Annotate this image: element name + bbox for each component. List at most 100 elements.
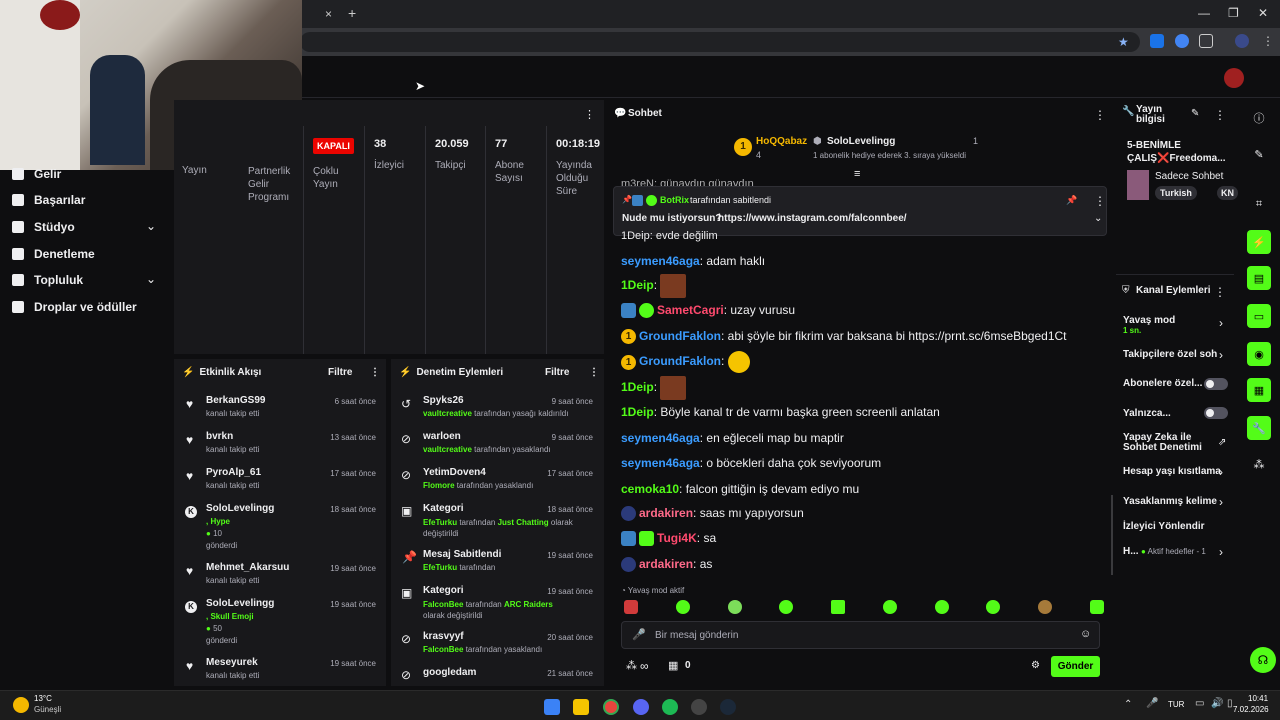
connections-icon[interactable]: ⁂	[1247, 452, 1271, 476]
collapse-icon[interactable]: ≡	[854, 168, 860, 180]
puzzle-icon[interactable]	[1199, 34, 1213, 48]
points-icon[interactable]: ⁂	[626, 659, 637, 672]
emote[interactable]	[986, 600, 1001, 614]
store-icon[interactable]: ▦	[668, 659, 678, 672]
ai-mod-option[interactable]: Yapay Zeka ile Sohbet Denetimi	[1123, 433, 1208, 453]
subs-only-toggle[interactable]	[1204, 378, 1228, 390]
window-close-icon[interactable]: ✕	[1258, 6, 1268, 20]
sidebar-item-studyo[interactable]: Stüdyo	[12, 220, 75, 234]
document-icon[interactable]: ▤	[1247, 266, 1271, 290]
emote[interactable]	[1038, 600, 1053, 614]
emote[interactable]	[1089, 600, 1104, 614]
mic-icon[interactable]: 🎤	[632, 628, 646, 641]
sidebar-item-droplar[interactable]: Droplar ve ödüller	[12, 300, 137, 314]
speaker-icon[interactable]: 🔊	[1211, 698, 1223, 709]
url-input[interactable]	[300, 32, 1140, 52]
sidebar-item-basarilar[interactable]: Başarılar	[12, 193, 85, 207]
steam-icon[interactable]	[720, 699, 736, 715]
pencil-icon[interactable]: ✎	[1247, 142, 1271, 166]
pin-icon[interactable]: 📌	[1066, 195, 1077, 206]
banned-words-option[interactable]: Yasaklanmış kelime	[1123, 496, 1217, 507]
obs-icon[interactable]	[691, 699, 707, 715]
info-icon[interactable]: ⓘ	[1247, 106, 1271, 130]
emote[interactable]	[727, 600, 742, 614]
leader-name[interactable]: HoQQabaz	[756, 136, 807, 147]
maximize-icon[interactable]: ❐	[1228, 6, 1239, 20]
chevron-right-icon[interactable]: ›	[1219, 495, 1223, 509]
external-link-icon[interactable]: ⇗	[1218, 437, 1226, 448]
filter-button[interactable]: Filtre	[545, 367, 569, 378]
viewer-redirect-option[interactable]: İzleyici Yönlendir	[1123, 521, 1205, 532]
emote[interactable]	[882, 600, 897, 614]
wrench-icon[interactable]: 🔧	[1247, 416, 1271, 440]
followers-only-option[interactable]: Takipçilere özel soh	[1123, 349, 1221, 360]
user-avatar[interactable]	[1224, 68, 1244, 88]
emote[interactable]	[624, 600, 638, 614]
chevron-right-icon[interactable]: ›	[1219, 545, 1223, 559]
leader-name[interactable]: SoloLevelingg	[827, 136, 895, 147]
more-icon[interactable]: ⋮	[370, 367, 380, 378]
chevron-right-icon[interactable]: ›	[1219, 316, 1223, 330]
clock-date[interactable]: 7.02.2026	[1233, 705, 1269, 714]
extension-icon[interactable]	[1150, 34, 1164, 48]
mic-icon[interactable]: 🎤	[1146, 698, 1158, 709]
send-button[interactable]: Gönder	[1051, 656, 1100, 677]
category-name[interactable]: Sadece Sohbet	[1155, 171, 1223, 182]
filter-button[interactable]: Filtre	[328, 367, 352, 378]
chevron-right-icon[interactable]: ›	[1219, 465, 1223, 479]
clock-time[interactable]: 10:41	[1248, 694, 1268, 703]
chat-link[interactable]: https://prnt.sc/6mseBbged1Ct	[908, 329, 1066, 343]
slow-mode-toggle[interactable]: Yavaş mod	[1123, 315, 1175, 326]
help-icon[interactable]: ☊	[1250, 647, 1276, 673]
tab-close-icon[interactable]: ×	[325, 7, 332, 21]
weather-desc[interactable]: Güneşli	[34, 705, 61, 714]
crop-icon[interactable]: ⌗	[1247, 192, 1271, 216]
bookmark-star-icon[interactable]: ★	[1118, 35, 1129, 49]
sidebar-item-denetleme[interactable]: Denetleme	[12, 247, 95, 261]
windows-start-icon[interactable]	[544, 699, 560, 715]
chat-icon[interactable]: ▭	[1247, 304, 1271, 328]
monitor-icon[interactable]: ▭	[1195, 698, 1204, 709]
chevron-down-icon[interactable]: ⌄	[1094, 213, 1102, 224]
emote[interactable]	[675, 600, 690, 614]
extension-icon[interactable]	[1175, 34, 1189, 48]
sidebar-item-gelir[interactable]: Gelir	[12, 167, 61, 181]
emoji-icon[interactable]: ☺	[1080, 628, 1091, 640]
chevron-up-icon[interactable]: ⌃	[1124, 699, 1132, 710]
pinned-link[interactable]: https://www.instagram.com/falconnbee/	[718, 213, 907, 224]
layout-icon[interactable]: ▦	[1247, 378, 1271, 402]
new-tab-icon[interactable]: +	[348, 5, 356, 21]
more-icon[interactable]: ⋮	[584, 108, 595, 121]
minimize-icon[interactable]: —	[1198, 6, 1210, 20]
file-explorer-icon[interactable]	[573, 699, 589, 715]
profile-avatar[interactable]	[1235, 34, 1249, 48]
more-icon[interactable]: ⋮	[589, 367, 599, 378]
chrome-icon[interactable]	[603, 699, 619, 715]
only-toggle[interactable]	[1204, 407, 1228, 419]
more-icon[interactable]: ⋮	[1214, 108, 1226, 122]
chat-input[interactable]: 🎤 Bir mesaj gönderin ☺	[621, 621, 1100, 649]
more-icon[interactable]: ⋮	[1094, 194, 1106, 208]
chevron-down-icon[interactable]: ⌄	[146, 272, 156, 286]
weather-temp[interactable]: 13°C	[34, 694, 52, 703]
gear-icon[interactable]: ⚙	[1031, 660, 1040, 671]
discord-icon[interactable]	[633, 699, 649, 715]
language-indicator[interactable]: TUR	[1168, 700, 1184, 709]
chevron-down-icon[interactable]: ⌄	[146, 219, 156, 233]
account-age-option[interactable]: Hesap yaşı kısıtlama	[1123, 466, 1221, 477]
scrollbar[interactable]	[1111, 495, 1113, 575]
broadcast-icon[interactable]: ◉	[1247, 342, 1271, 366]
emote[interactable]	[934, 600, 949, 614]
chevron-right-icon[interactable]: ›	[1219, 348, 1223, 362]
battery-icon[interactable]: ▯	[1227, 698, 1233, 709]
sidebar-item-topluluk[interactable]: Topluluk	[12, 273, 83, 287]
pencil-icon[interactable]: ✎	[1191, 108, 1199, 119]
goals-option[interactable]: H...	[1123, 546, 1139, 557]
emote[interactable]	[779, 600, 794, 614]
more-menu-icon[interactable]: ⋮	[1262, 34, 1274, 48]
bolt-icon[interactable]: ⚡	[1247, 230, 1271, 254]
more-icon[interactable]: ⋮	[1094, 108, 1106, 122]
more-icon[interactable]: ⋮	[1214, 285, 1226, 299]
spotify-icon[interactable]	[662, 699, 678, 715]
emote[interactable]	[831, 600, 846, 614]
